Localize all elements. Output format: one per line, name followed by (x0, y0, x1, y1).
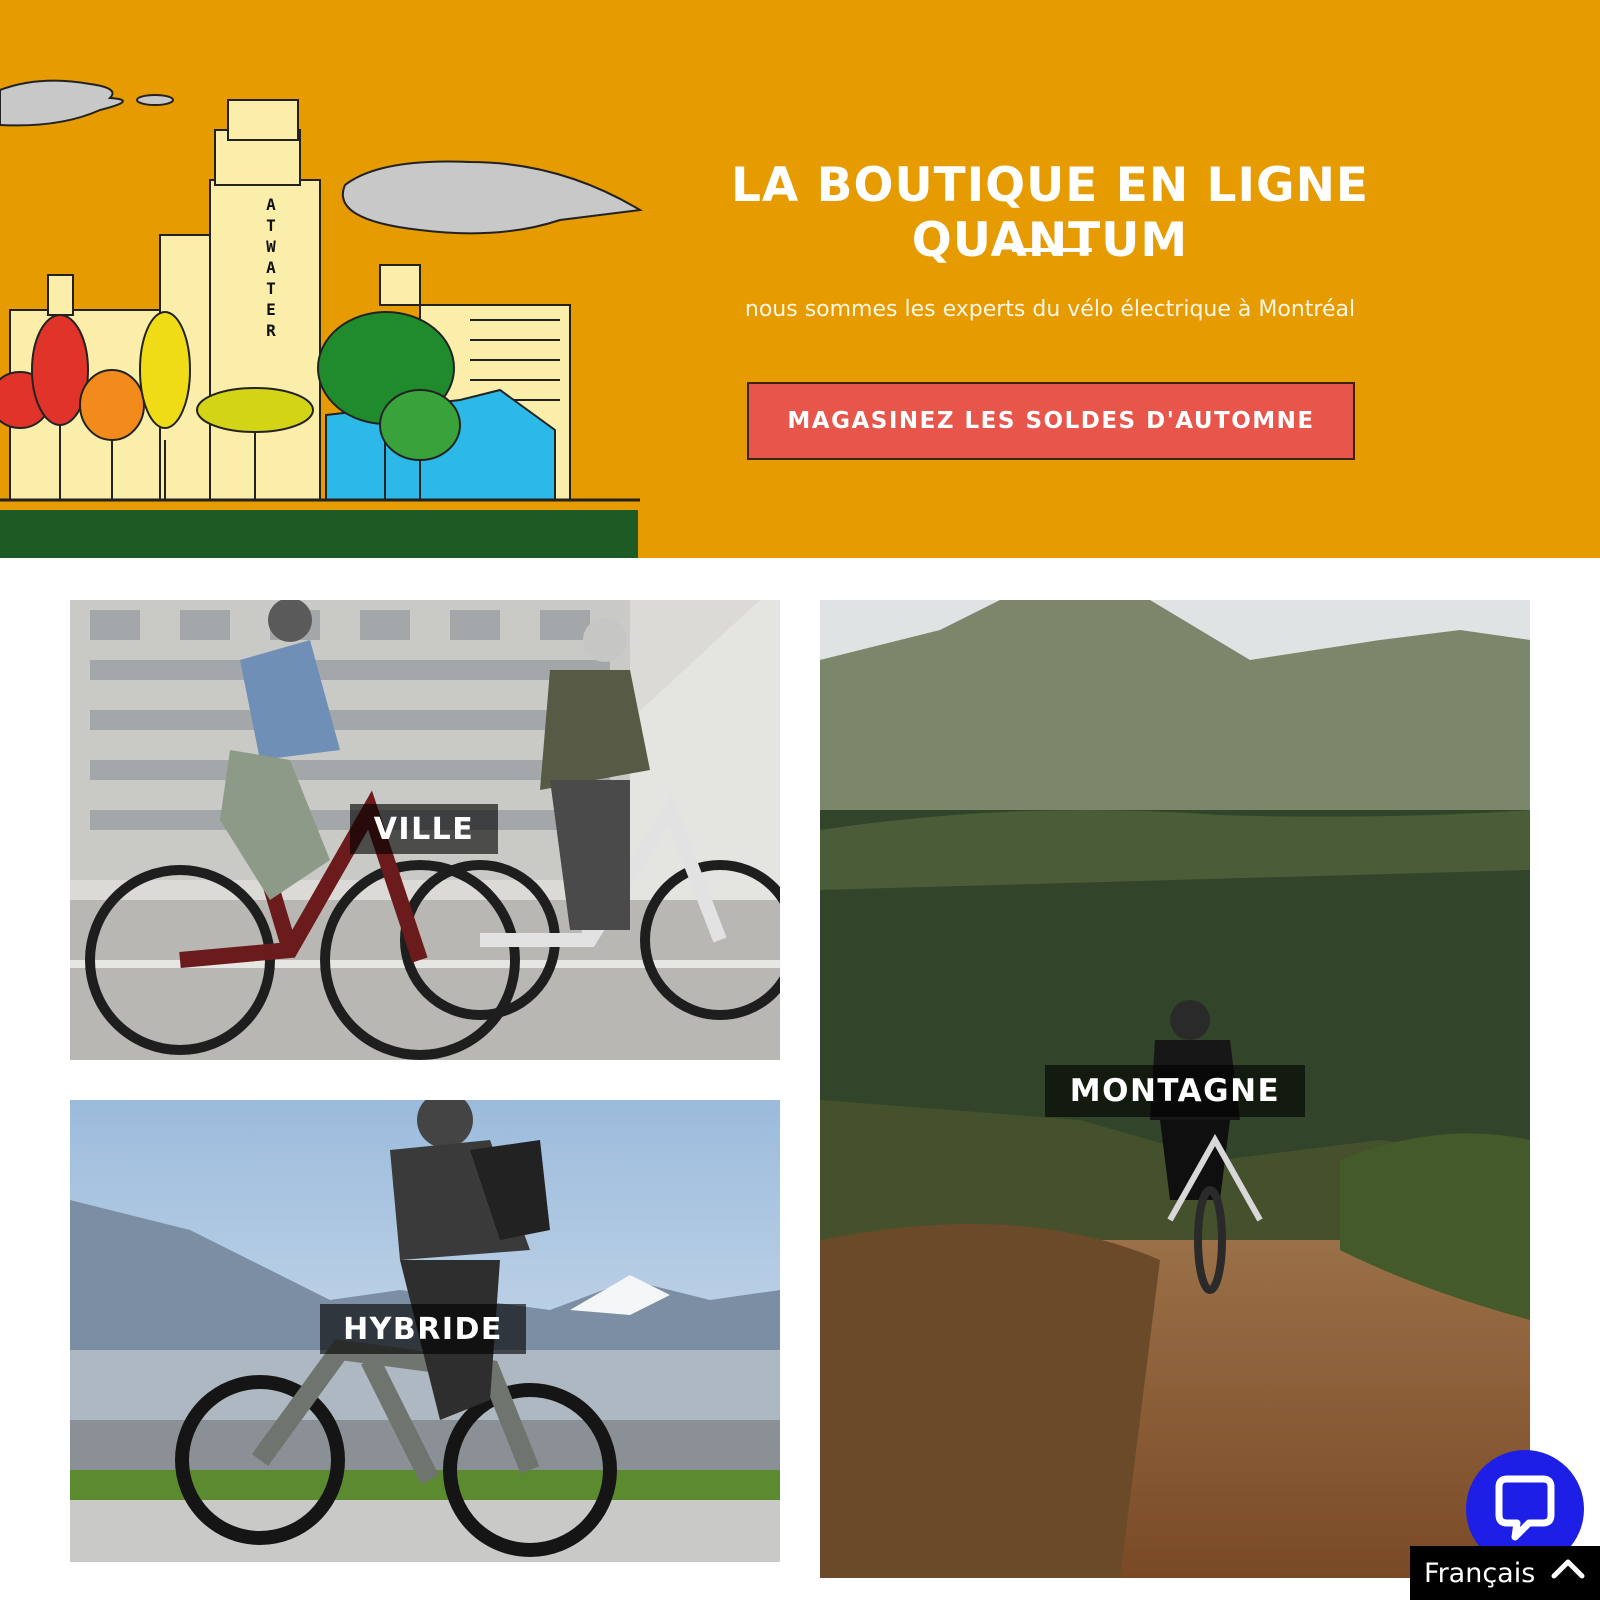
language-selector[interactable]: Français (1410, 1546, 1600, 1600)
language-label: Français (1424, 1557, 1536, 1589)
category-label-hybride: HYBRIDE (320, 1304, 526, 1354)
hero-banner: ATWATER LA BOUTIQUE EN LIGNE QUANTUM nou… (0, 0, 1600, 558)
hero-divider (1012, 248, 1092, 252)
chevron-up-icon (1551, 1559, 1585, 1579)
category-label-ville: VILLE (350, 804, 498, 854)
building-sign: ATWATER (266, 195, 276, 340)
hero-subtitle: nous sommes les experts du vélo électriq… (744, 297, 1356, 322)
category-tile-montagne[interactable]: MONTAGNE (820, 600, 1530, 1578)
category-tile-hybride[interactable]: HYBRIDE (70, 1100, 780, 1562)
chat-bubble-icon (1495, 1475, 1555, 1541)
shop-fall-sale-button[interactable]: MAGASINEZ LES SOLDES D'AUTOMNE (747, 382, 1355, 460)
category-tile-ville[interactable]: VILLE (70, 600, 780, 1060)
city-illustration: ATWATER (0, 79, 643, 558)
category-label-montagne: MONTAGNE (1045, 1065, 1305, 1117)
